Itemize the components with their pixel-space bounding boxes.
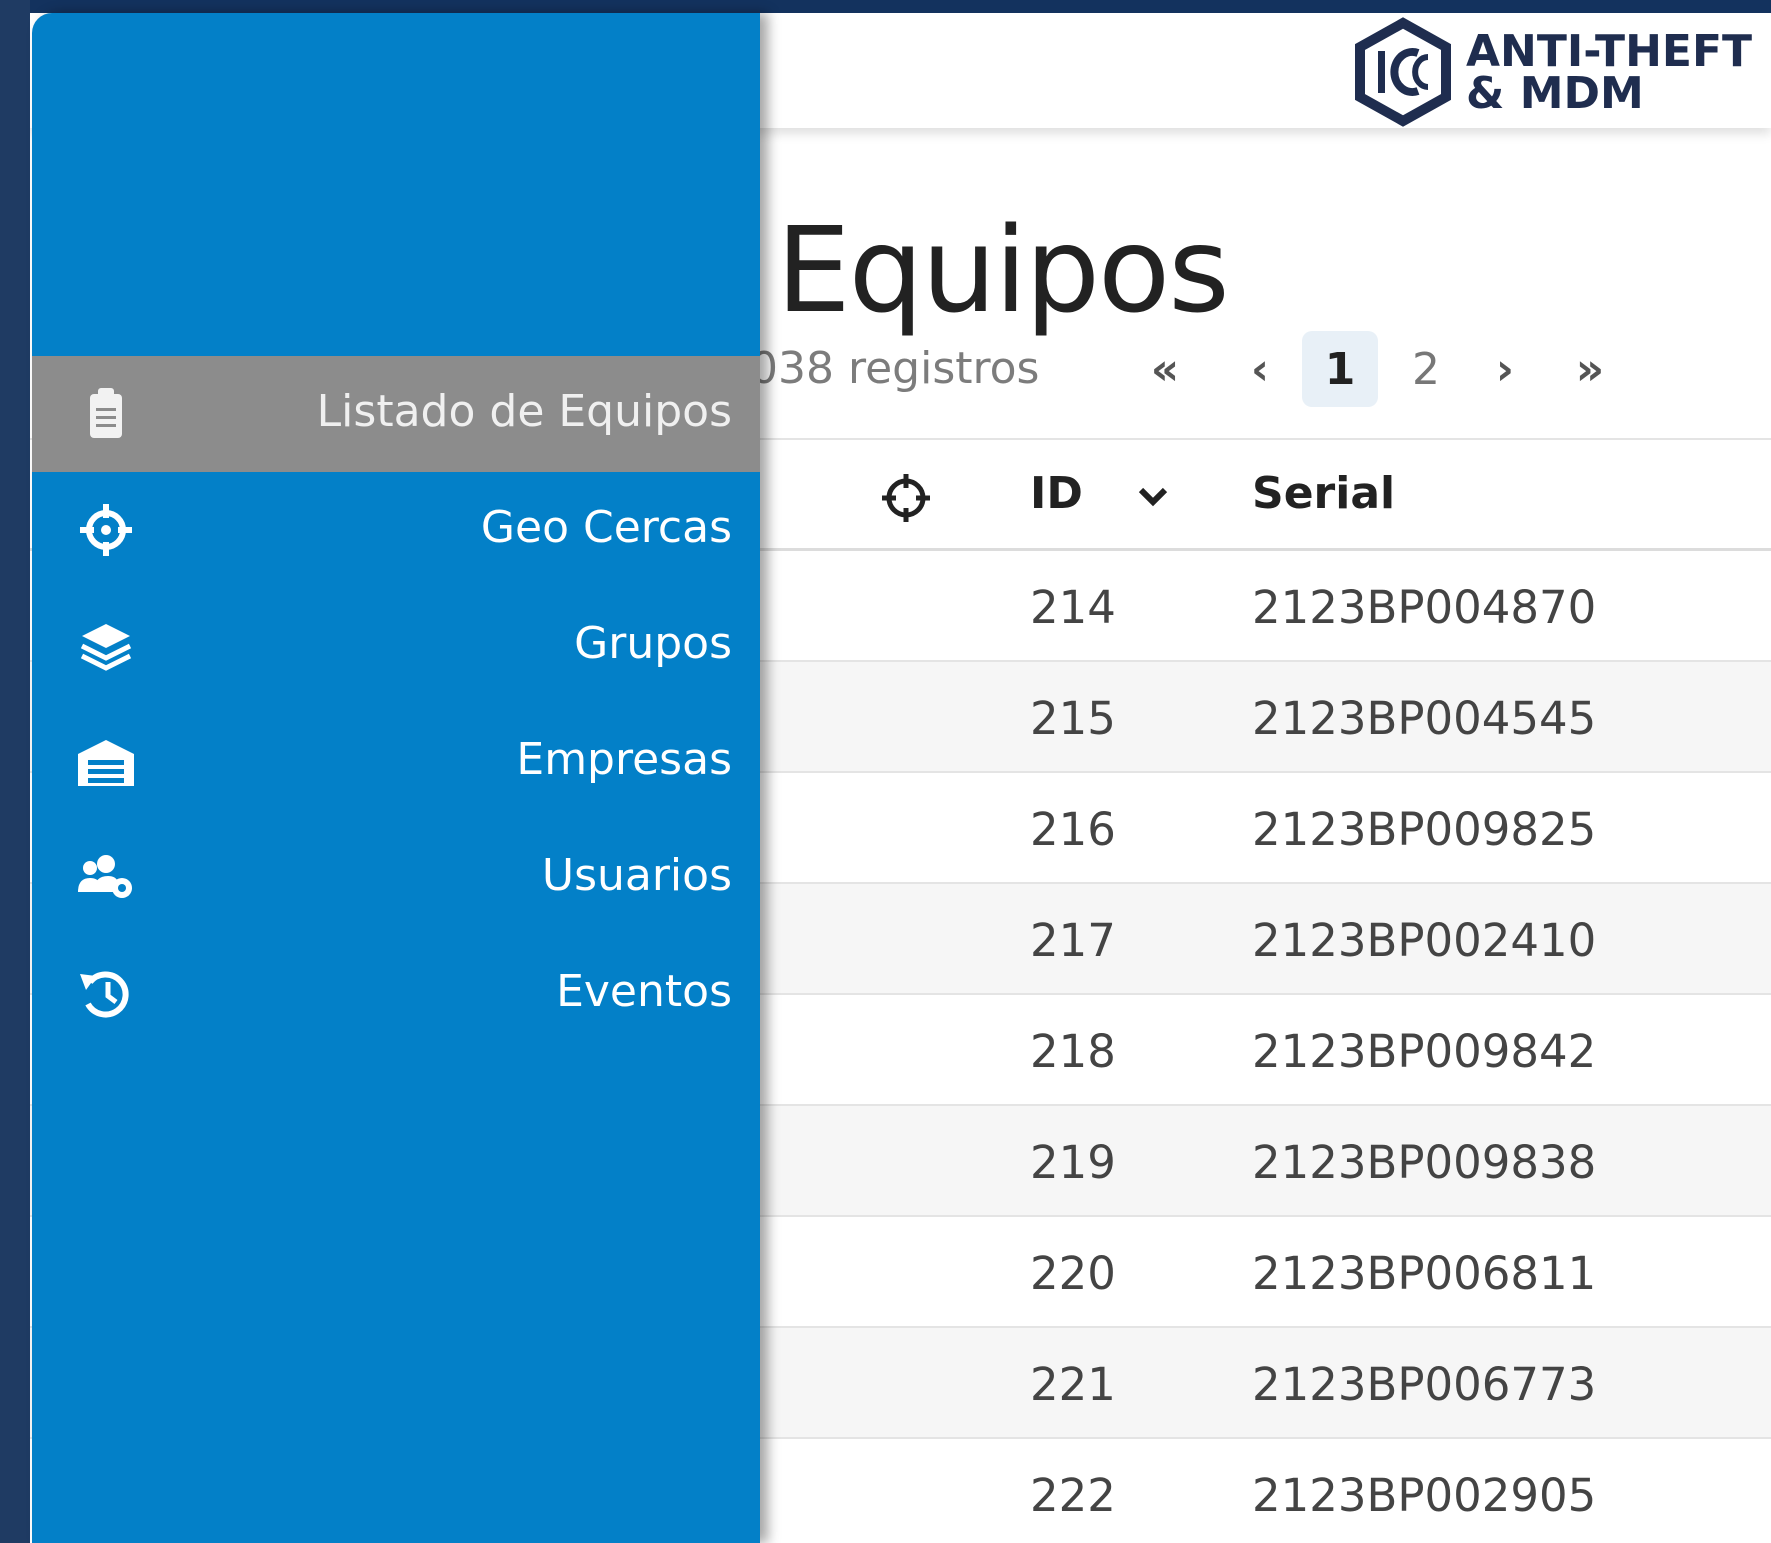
logo-line-2: & MDM xyxy=(1466,67,1644,119)
sidebar-item-label: Geo Cercas xyxy=(480,502,732,553)
users-gear-icon xyxy=(78,855,132,898)
cell-id: 218 xyxy=(1030,1025,1116,1078)
cell-serial: 2123BP006811 xyxy=(1252,1247,1597,1300)
sidebar-item-grupos[interactable]: Grupos xyxy=(32,588,760,704)
logo-text: ANTI-THEFT & MDM xyxy=(1466,26,1753,119)
cell-serial: 2123BP006773 xyxy=(1252,1358,1597,1411)
pagination-prev-button[interactable]: ‹ xyxy=(1225,331,1295,407)
cell-id: 215 xyxy=(1030,692,1116,745)
sidebar-item-listado-de-equipos[interactable]: Listado de Equipos xyxy=(32,356,760,472)
logo-line-1: ANTI-THEFT xyxy=(1466,26,1753,77)
pagination-last-button[interactable]: » xyxy=(1545,331,1635,407)
window-frame-left xyxy=(0,0,30,1543)
cell-id: 219 xyxy=(1030,1136,1116,1189)
crosshair-icon[interactable] xyxy=(880,472,932,524)
sidebar-item-label: Empresas xyxy=(516,734,732,785)
cell-serial: 2123BP009838 xyxy=(1252,1136,1597,1189)
history-icon xyxy=(80,971,129,1018)
cell-serial: 2123BP002905 xyxy=(1252,1469,1597,1522)
cell-id: 220 xyxy=(1030,1247,1116,1300)
sidebar-nav: Listado de Equipos Geo Cercas Grupos Emp… xyxy=(32,13,760,1543)
sidebar-item-usuarios[interactable]: Usuarios xyxy=(32,820,760,936)
cell-serial: 2123BP009842 xyxy=(1252,1025,1597,1078)
column-header-serial[interactable]: Serial xyxy=(1252,468,1395,519)
layers-icon xyxy=(80,624,132,671)
crosshair-icon xyxy=(80,504,132,556)
cell-serial: 2123BP004870 xyxy=(1252,581,1597,634)
cell-id: 222 xyxy=(1030,1469,1116,1522)
sidebar-item-label: Usuarios xyxy=(541,850,732,901)
brand-logo[interactable]: ANTI-THEFT & MDM xyxy=(1348,17,1768,127)
records-count: 038 registros xyxy=(750,343,1040,394)
column-header-id[interactable]: ID xyxy=(1030,468,1083,519)
cell-id: 216 xyxy=(1030,803,1116,856)
pagination-first-button[interactable]: « xyxy=(1120,331,1210,407)
cell-id: 221 xyxy=(1030,1358,1116,1411)
sidebar-item-empresas[interactable]: Empresas xyxy=(32,704,760,820)
sidebar-item-eventos[interactable]: Eventos xyxy=(32,936,760,1052)
pagination-page-1[interactable]: 1 xyxy=(1302,331,1378,407)
chevron-down-icon[interactable] xyxy=(1135,482,1171,512)
cell-serial: 2123BP009825 xyxy=(1252,803,1597,856)
sidebar-item-label: Eventos xyxy=(556,966,732,1017)
icc-logo-icon xyxy=(1355,17,1451,127)
pagination-page-2[interactable]: 2 xyxy=(1388,331,1464,407)
cell-serial: 2123BP004545 xyxy=(1252,692,1597,745)
clipboard-icon xyxy=(90,388,122,438)
sidebar-item-geo-cercas[interactable]: Geo Cercas xyxy=(32,472,760,588)
sidebar-item-label: Grupos xyxy=(574,618,732,669)
window-frame-top xyxy=(0,0,1771,13)
pagination-next-button[interactable]: › xyxy=(1470,331,1540,407)
cell-id: 214 xyxy=(1030,581,1116,634)
sidebar-item-label: Listado de Equipos xyxy=(316,386,732,437)
warehouse-icon xyxy=(78,740,134,786)
cell-serial: 2123BP002410 xyxy=(1252,914,1597,967)
cell-id: 217 xyxy=(1030,914,1116,967)
